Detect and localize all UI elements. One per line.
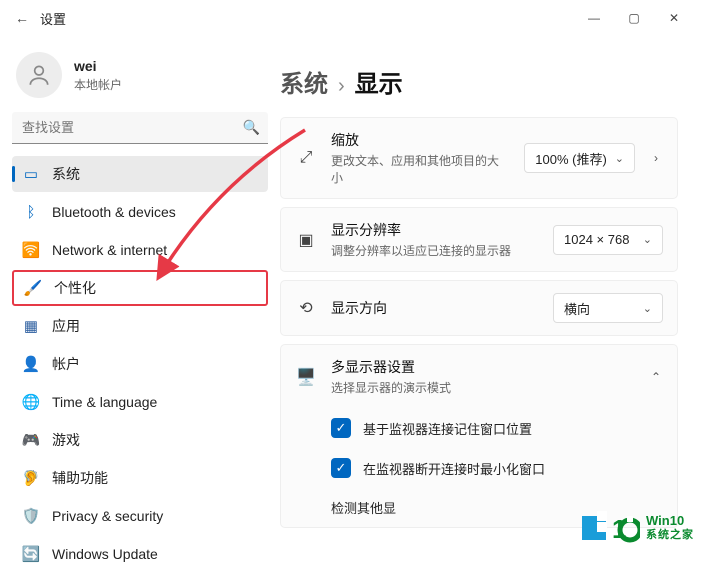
globe-clock-icon: 🌐 — [22, 393, 40, 411]
sidebar-item-label: 应用 — [52, 316, 80, 336]
wifi-icon: 🛜 — [22, 241, 40, 259]
breadcrumb: 系统 › 显示 — [280, 64, 678, 99]
setting-title: 显示分辨率 — [331, 220, 539, 240]
sidebar-item-gaming[interactable]: 🎮 游戏 — [12, 422, 268, 458]
sidebar-item-network[interactable]: 🛜 Network & internet — [12, 232, 268, 268]
chevron-up-icon[interactable]: ⌃ — [649, 370, 663, 384]
setting-scale[interactable]: ⤢ 缩放 更改文本、应用和其他项目的大小 100% (推荐) ⌄ › — [280, 117, 678, 199]
titlebar: ← 设置 — ▢ ✕ — [0, 0, 702, 36]
window-title: 设置 — [40, 9, 66, 28]
sidebar-item-label: 辅助功能 — [52, 468, 108, 488]
resolution-icon: ▣ — [295, 230, 317, 250]
sidebar-item-apps[interactable]: ▦ 应用 — [12, 308, 268, 344]
chevron-down-icon: ⌄ — [643, 302, 652, 315]
scale-select[interactable]: 100% (推荐) ⌄ — [524, 143, 635, 173]
nav-list: ▭ 系统 ᛒ Bluetooth & devices 🛜 Network & i… — [12, 156, 268, 572]
sidebar-item-label: 个性化 — [54, 278, 96, 298]
sidebar-item-accounts[interactable]: 👤 帐户 — [12, 346, 268, 382]
sidebar-item-system[interactable]: ▭ 系统 — [12, 156, 268, 192]
chevron-down-icon: ⌄ — [643, 233, 652, 246]
close-button[interactable]: ✕ — [654, 3, 694, 33]
sidebar-item-personalization[interactable]: 🖌️ 个性化 — [12, 270, 268, 306]
accessibility-icon: 🦻 — [22, 469, 40, 487]
chevron-down-icon: ⌄ — [615, 152, 624, 165]
watermark-line1: Win10 — [646, 514, 694, 529]
setting-desc: 更改文本、应用和其他项目的大小 — [331, 152, 510, 186]
sidebar-item-bluetooth[interactable]: ᛒ Bluetooth & devices — [12, 194, 268, 230]
sidebar-item-label: Time & language — [52, 394, 157, 410]
breadcrumb-current: 显示 — [355, 64, 403, 99]
multi-opt-remember[interactable]: ✓ 基于监视器连接记住窗口位置 — [281, 408, 677, 448]
setting-title: 显示方向 — [331, 298, 539, 318]
setting-resolution[interactable]: ▣ 显示分辨率 调整分辨率以适应已连接的显示器 1024 × 768 ⌄ — [280, 207, 678, 272]
minimize-button[interactable]: — — [574, 3, 614, 33]
resolution-select[interactable]: 1024 × 768 ⌄ — [553, 225, 663, 255]
breadcrumb-sep-icon: › — [338, 75, 345, 98]
setting-desc: 选择显示器的演示模式 — [331, 379, 635, 396]
orientation-select[interactable]: 横向 ⌄ — [553, 293, 663, 323]
back-button[interactable]: ← — [8, 10, 36, 26]
avatar — [16, 52, 62, 98]
sidebar-item-label: 系统 — [52, 164, 80, 184]
watermark-line2: 系统之家 — [646, 529, 694, 542]
multi-display-header[interactable]: 🖥️ 多显示器设置 选择显示器的演示模式 ⌃ — [281, 345, 677, 408]
search-box[interactable]: 🔍 — [12, 112, 268, 144]
sidebar: wei 本地帐户 🔍 ▭ 系统 ᛒ Bluetooth & devices 🛜 … — [0, 36, 280, 554]
orientation-icon: ⟲ — [295, 298, 317, 318]
option-label: 在监视器断开连接时最小化窗口 — [363, 459, 545, 478]
setting-multi-display: 🖥️ 多显示器设置 选择显示器的演示模式 ⌃ ✓ 基于监视器连接记住窗口位置 ✓… — [280, 344, 678, 528]
person-icon: 👤 — [22, 355, 40, 373]
apps-icon: ▦ — [22, 317, 40, 335]
sidebar-item-accessibility[interactable]: 🦻 辅助功能 — [12, 460, 268, 496]
sidebar-item-label: Windows Update — [52, 546, 158, 562]
search-icon: 🔍 — [243, 119, 260, 136]
sidebar-item-label: Privacy & security — [52, 508, 163, 524]
bluetooth-icon: ᛒ — [22, 203, 40, 221]
sidebar-item-windows-update[interactable]: 🔄 Windows Update — [12, 536, 268, 572]
sidebar-item-label: Bluetooth & devices — [52, 204, 176, 220]
select-value: 横向 — [564, 299, 590, 318]
option-label: 基于监视器连接记住窗口位置 — [363, 419, 532, 438]
setting-orientation[interactable]: ⟲ 显示方向 横向 ⌄ — [280, 280, 678, 336]
user-type: 本地帐户 — [74, 76, 122, 93]
breadcrumb-parent[interactable]: 系统 — [280, 64, 328, 99]
multi-display-icon: 🖥️ — [295, 367, 317, 387]
sidebar-item-label: Network & internet — [52, 242, 167, 258]
search-input[interactable] — [12, 112, 268, 144]
setting-desc: 调整分辨率以适应已连接的显示器 — [331, 242, 539, 259]
setting-title: 缩放 — [331, 130, 510, 150]
sidebar-item-label: 帐户 — [52, 354, 80, 374]
option-label: 检测其他显 — [331, 498, 396, 517]
checkbox-checked-icon[interactable]: ✓ — [331, 458, 351, 478]
display-icon: ▭ — [22, 165, 40, 183]
user-name: wei — [74, 58, 122, 74]
select-value: 1024 × 768 — [564, 232, 629, 247]
update-icon: 🔄 — [22, 545, 40, 563]
select-value: 100% (推荐) — [535, 149, 607, 168]
multi-opt-minimize[interactable]: ✓ 在监视器断开连接时最小化窗口 — [281, 448, 677, 488]
paintbrush-icon: 🖌️ — [24, 279, 42, 297]
setting-title: 多显示器设置 — [331, 357, 635, 377]
shield-icon: 🛡️ — [22, 507, 40, 525]
user-block[interactable]: wei 本地帐户 — [12, 44, 268, 112]
sidebar-item-privacy[interactable]: 🛡️ Privacy & security — [12, 498, 268, 534]
sidebar-item-label: 游戏 — [52, 430, 80, 450]
main-panel: 系统 › 显示 ⤢ 缩放 更改文本、应用和其他项目的大小 100% (推荐) ⌄… — [280, 36, 702, 554]
checkbox-checked-icon[interactable]: ✓ — [331, 418, 351, 438]
maximize-button[interactable]: ▢ — [614, 3, 654, 33]
gaming-icon: 🎮 — [22, 431, 40, 449]
watermark-logo: 1 Win10 系统之家 — [582, 508, 694, 548]
scale-icon: ⤢ — [295, 149, 317, 167]
sidebar-item-time-language[interactable]: 🌐 Time & language — [12, 384, 268, 420]
chevron-right-icon[interactable]: › — [649, 151, 663, 165]
